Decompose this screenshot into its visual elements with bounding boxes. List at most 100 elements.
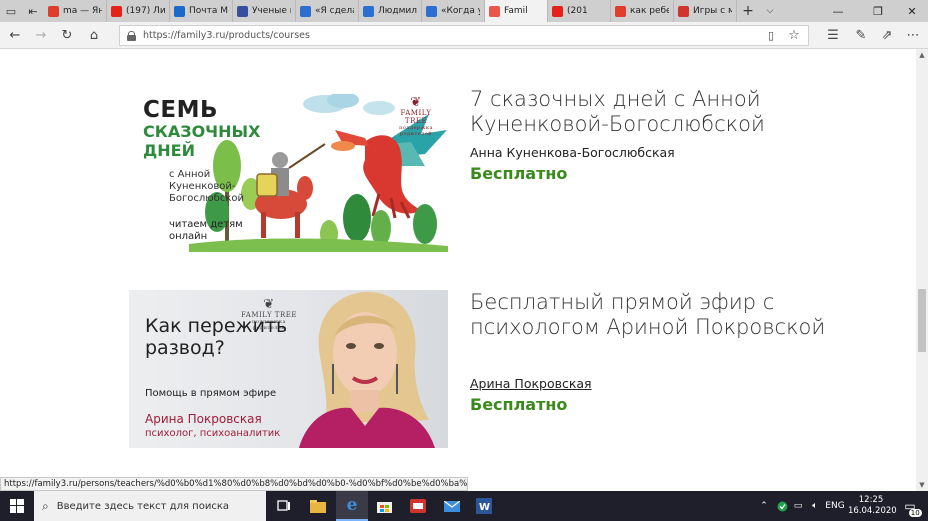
reading-view-icon[interactable]: ▯ [760, 26, 782, 45]
browser-tab[interactable]: (197) Лин [107, 0, 170, 22]
scroll-up-icon[interactable]: ▲ [916, 49, 928, 61]
youtube-icon [111, 5, 122, 17]
browser-tab[interactable]: ma — Ян [44, 0, 107, 22]
course-image-divorce[interactable]: ❦ FAMILY TREE поддержка родителей Как пе… [129, 290, 448, 448]
yandex-icon [48, 5, 59, 17]
url-text: https://family3.ru/products/courses [143, 30, 310, 41]
yandex-icon [615, 5, 626, 17]
lock-icon [127, 30, 136, 41]
security-shield-icon[interactable] [774, 491, 790, 521]
new-tab-button[interactable]: + [737, 0, 759, 22]
back-button[interactable]: ← [4, 26, 26, 45]
taskbar: ⌕ Введите здесь текст для поиска e W ⌃ ▭… [0, 491, 928, 521]
browser-tab[interactable]: Почта М [170, 0, 233, 22]
browser-tab[interactable]: «Я сдела [296, 0, 359, 22]
windows-logo-icon [10, 499, 24, 513]
tab-label: Почта М [189, 6, 228, 16]
course-title[interactable]: 7 сказочных дней с Анной Куненковой-Бого… [470, 87, 890, 137]
image-subtitle: Помощь в прямом эфире [145, 388, 277, 399]
tab-label: (201 [567, 6, 588, 16]
svg-text:W: W [479, 502, 490, 513]
minimize-button[interactable]: — [820, 0, 856, 22]
family-tree-icon [300, 5, 311, 17]
image-headline: Как пережить развод? [145, 315, 288, 359]
address-bar[interactable]: https://family3.ru/products/courses [119, 25, 809, 46]
browser-tab[interactable]: Famil [485, 0, 548, 22]
mail-envelope-icon[interactable] [436, 491, 468, 521]
restore-button[interactable]: ❐ [860, 0, 896, 22]
tab-preview-icon[interactable]: ▭ [0, 0, 22, 22]
language-indicator[interactable]: ENG [824, 491, 846, 521]
start-button[interactable] [0, 491, 34, 521]
browser-tab[interactable]: «Когда у [422, 0, 485, 22]
navigation-bar: ← → ↻ ⌂ https://family3.ru/products/cour… [0, 22, 928, 49]
tab-label: (197) Лин [126, 6, 165, 16]
mail-icon [174, 5, 185, 17]
tab-label: «Когда у [441, 6, 480, 16]
status-url: https://family3.ru/persons/teachers/%d0%… [0, 477, 468, 491]
image-subtitle: с Анной Куненковой-Богослюбской [169, 169, 244, 204]
browser-tab[interactable]: Игры с м [674, 0, 737, 22]
browser-tab[interactable]: Ученые г [233, 0, 296, 22]
tab-label: Ученые г [252, 6, 291, 16]
task-view-icon[interactable] [268, 491, 300, 521]
course-author-link[interactable]: Арина Покровская [470, 376, 592, 391]
share-icon[interactable]: ⇗ [876, 26, 898, 45]
browser-tab[interactable]: (201 [548, 0, 611, 22]
clock-time: 12:25 [858, 495, 884, 505]
scroll-thumb[interactable] [918, 289, 926, 352]
course-price: Бесплатно [470, 395, 568, 414]
page-content: СЕМЬ СКАЗОЧНЫХ ДНЕЙ с Анной Куненковой-Б… [0, 49, 916, 491]
family-tree-icon [363, 5, 374, 17]
family-tree-logo: ❦ FAMILY TREE поддержка родителей [391, 96, 441, 137]
forward-button[interactable]: → [30, 26, 52, 45]
favorite-star-icon[interactable]: ☆ [783, 26, 805, 45]
tab-strip: ▭ ⇤ ma — Ян (197) Лин Почта М Ученые г «Я сд… [0, 0, 928, 22]
clock[interactable]: 12:25 16.04.2020 [848, 495, 897, 517]
file-explorer-icon[interactable] [302, 491, 334, 521]
search-icon: ⌕ [42, 498, 49, 513]
tab-label: «Я сдела [315, 6, 354, 16]
word-icon[interactable]: W [468, 491, 500, 521]
tray-chevron-up-icon[interactable]: ⌃ [756, 491, 772, 521]
image-role: психолог, психоаналитик [145, 428, 281, 439]
tab-label: Людмил [378, 6, 417, 16]
youtube-icon [552, 5, 563, 17]
tab-label: Famil [504, 6, 528, 16]
tree-logo-icon: ❦ [263, 297, 275, 312]
edge-browser-icon[interactable]: e [336, 491, 368, 521]
store-icon[interactable] [368, 491, 400, 521]
tab-label: ma — Ян [63, 6, 102, 16]
tab-label: Игры с м [693, 6, 732, 16]
tab-label: как ребе [630, 6, 669, 16]
more-menu-icon[interactable]: ⋯ [902, 26, 924, 45]
image-tagline: читаем детям онлайн [169, 219, 243, 242]
browser-tab[interactable]: Людмил [359, 0, 422, 22]
mail-app-icon[interactable] [402, 491, 434, 521]
search-placeholder: Введите здесь текст для поиска [56, 500, 230, 512]
vertical-scrollbar[interactable]: ▲ ▼ [916, 49, 928, 491]
course-image-seven-days[interactable]: СЕМЬ СКАЗОЧНЫХ ДНЕЙ с Анной Куненковой-Б… [129, 94, 448, 252]
tree-logo-icon: ❦ [410, 95, 422, 110]
notification-count: 10 [908, 509, 922, 517]
refresh-button[interactable]: ↻ [56, 26, 78, 45]
course-author[interactable]: Анна Куненкова-Богослюбская [470, 145, 675, 160]
notification-center-icon[interactable]: ▭ 10 [898, 491, 922, 521]
favorites-hub-icon[interactable]: ☰ [822, 26, 844, 45]
image-headline: СЕМЬ [143, 97, 219, 123]
image-headline-colored: СКАЗОЧНЫХ ДНЕЙ [143, 122, 261, 160]
image-name: Арина Покровская [145, 412, 262, 426]
course-title[interactable]: Бесплатный прямой эфир с психологом Арин… [470, 290, 890, 340]
family-tree-icon [426, 5, 437, 17]
browser-tab[interactable]: как ребе [611, 0, 674, 22]
scroll-down-icon[interactable]: ▼ [916, 479, 928, 491]
web-note-icon[interactable]: ✎ [850, 26, 872, 45]
taskbar-search[interactable]: ⌕ Введите здесь текст для поиска [34, 491, 266, 521]
tab-list-chevron-icon[interactable]: ⌵ [759, 0, 781, 22]
clock-date: 16.04.2020 [848, 506, 897, 516]
volume-icon[interactable]: 🔈︎ [806, 491, 824, 521]
tab-back-icon[interactable]: ⇤ [22, 0, 44, 22]
home-button[interactable]: ⌂ [83, 26, 105, 45]
network-icon[interactable]: ▭ [790, 491, 806, 521]
close-button[interactable]: ✕ [894, 0, 928, 22]
